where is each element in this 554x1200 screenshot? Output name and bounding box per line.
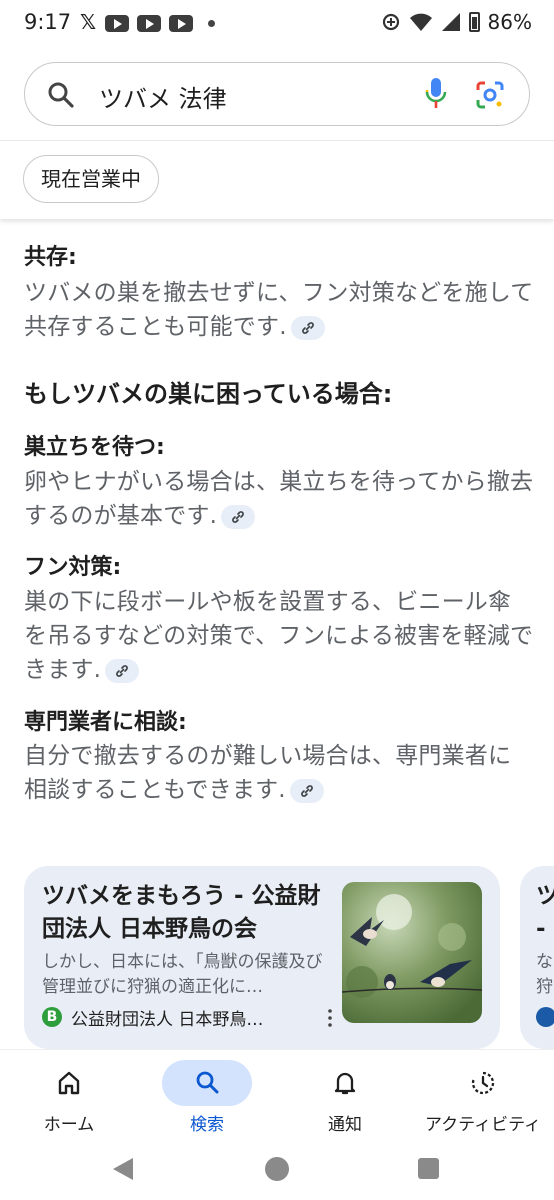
nav-activity-label: アクティビティ xyxy=(424,1115,542,1135)
search-header: ツバメ 法律 xyxy=(0,48,554,141)
item-text: 自分で撤去するのが難しい場合は、専門業者に相談することもできます. xyxy=(24,743,512,803)
swallow-thumbnail xyxy=(342,882,482,1023)
source-link-button[interactable] xyxy=(105,658,140,683)
card-snippet: しかし、日本には、「鳥獣の保護及び管理並びに狩猟の適正化に… xyxy=(42,952,323,997)
search-icon xyxy=(196,1071,219,1094)
link-icon xyxy=(232,510,244,523)
more-notifications-dot xyxy=(208,20,215,27)
item-heading: 専門業者に相談: xyxy=(24,710,187,735)
source-card[interactable]: ツバメをまもろう - 公益財団法人 日本野鳥の会 しかし、日本には、「鳥獣の保護… xyxy=(24,866,500,1049)
item-text: 巣の下に段ボールや板を設置する、ビニール傘を吊るすなどの対策で、フンによる被害を… xyxy=(24,589,534,683)
filter-chip-bar: 現在営業中 xyxy=(0,141,554,219)
status-bar: 9:17 𝕏 86% xyxy=(0,0,554,48)
nav-notifications-label: 通知 xyxy=(328,1115,362,1135)
recents-icon[interactable] xyxy=(418,1158,439,1179)
home-button-icon[interactable] xyxy=(265,1157,289,1181)
card-snippet: な狩 xyxy=(536,952,553,997)
nav-home[interactable]: ホーム xyxy=(0,1050,138,1145)
link-icon xyxy=(300,784,313,797)
more-vert-icon[interactable] xyxy=(328,1009,332,1027)
x-app-icon: 𝕏 xyxy=(80,10,97,34)
link-icon xyxy=(301,321,314,334)
battery-icon xyxy=(468,12,480,32)
item-heading: 巣立ちを待つ: xyxy=(24,435,165,460)
source-name: 公益財団法人 日本野鳥… xyxy=(71,1010,264,1030)
source-link-button[interactable] xyxy=(290,315,325,340)
card-title[interactable]: ツ- xyxy=(536,880,554,946)
card-source: B 公益財団法人 日本野鳥… xyxy=(42,1005,332,1033)
battery-percent: 86% xyxy=(487,10,532,34)
microphone-icon[interactable] xyxy=(425,77,447,111)
youtube-icon xyxy=(105,15,129,32)
search-query[interactable]: ツバメ 法律 xyxy=(99,79,227,114)
search-icon[interactable] xyxy=(47,81,75,109)
nav-home-label: ホーム xyxy=(43,1115,95,1135)
source-card-next[interactable]: ツ- な狩 xyxy=(520,866,554,1049)
if-troubled-heading: もしツバメの巣に困っている場合: xyxy=(24,380,393,408)
activity-icon xyxy=(471,1071,495,1095)
bottom-navigation: ホーム 検索 通知 アクティビティ xyxy=(0,1049,554,1145)
bell-icon xyxy=(334,1072,356,1095)
swallow-image xyxy=(342,882,482,1023)
site-favicon: B xyxy=(42,1007,62,1027)
back-icon[interactable] xyxy=(113,1158,133,1180)
source-link-button[interactable] xyxy=(289,778,324,803)
nav-search-label: 検索 xyxy=(190,1115,224,1135)
coexist-heading: 共存: xyxy=(24,245,77,270)
system-navigation xyxy=(0,1144,554,1200)
youtube-icon xyxy=(137,15,161,32)
open-now-chip[interactable]: 現在営業中 xyxy=(23,155,159,203)
site-favicon xyxy=(536,1007,554,1027)
home-icon xyxy=(58,1071,80,1095)
item-heading: フン対策: xyxy=(24,555,122,580)
google-lens-icon[interactable] xyxy=(475,80,505,110)
item-text: 卵やヒナがいる場合は、巣立ちを待ってから撤去するのが基本です. xyxy=(24,469,534,529)
card-title[interactable]: ツバメをまもろう - 公益財団法人 日本野鳥の会 xyxy=(42,880,332,946)
coexist-text: ツバメの巣を撤去せずに、フン対策などを施して共存することも可能です. xyxy=(24,280,534,340)
link-icon xyxy=(116,664,128,677)
search-input[interactable]: ツバメ 法律 xyxy=(24,62,530,126)
wifi-icon xyxy=(409,13,432,31)
youtube-icon xyxy=(169,15,193,32)
nav-activity[interactable]: アクティビティ xyxy=(414,1050,552,1145)
status-right: 86% xyxy=(381,10,532,34)
nav-notifications[interactable]: 通知 xyxy=(276,1050,414,1145)
nav-search[interactable]: 検索 xyxy=(138,1050,276,1145)
source-link-button[interactable] xyxy=(221,504,256,529)
data-saver-icon xyxy=(382,13,399,31)
status-time: 9:17 xyxy=(24,10,72,34)
signal-icon xyxy=(441,13,460,31)
